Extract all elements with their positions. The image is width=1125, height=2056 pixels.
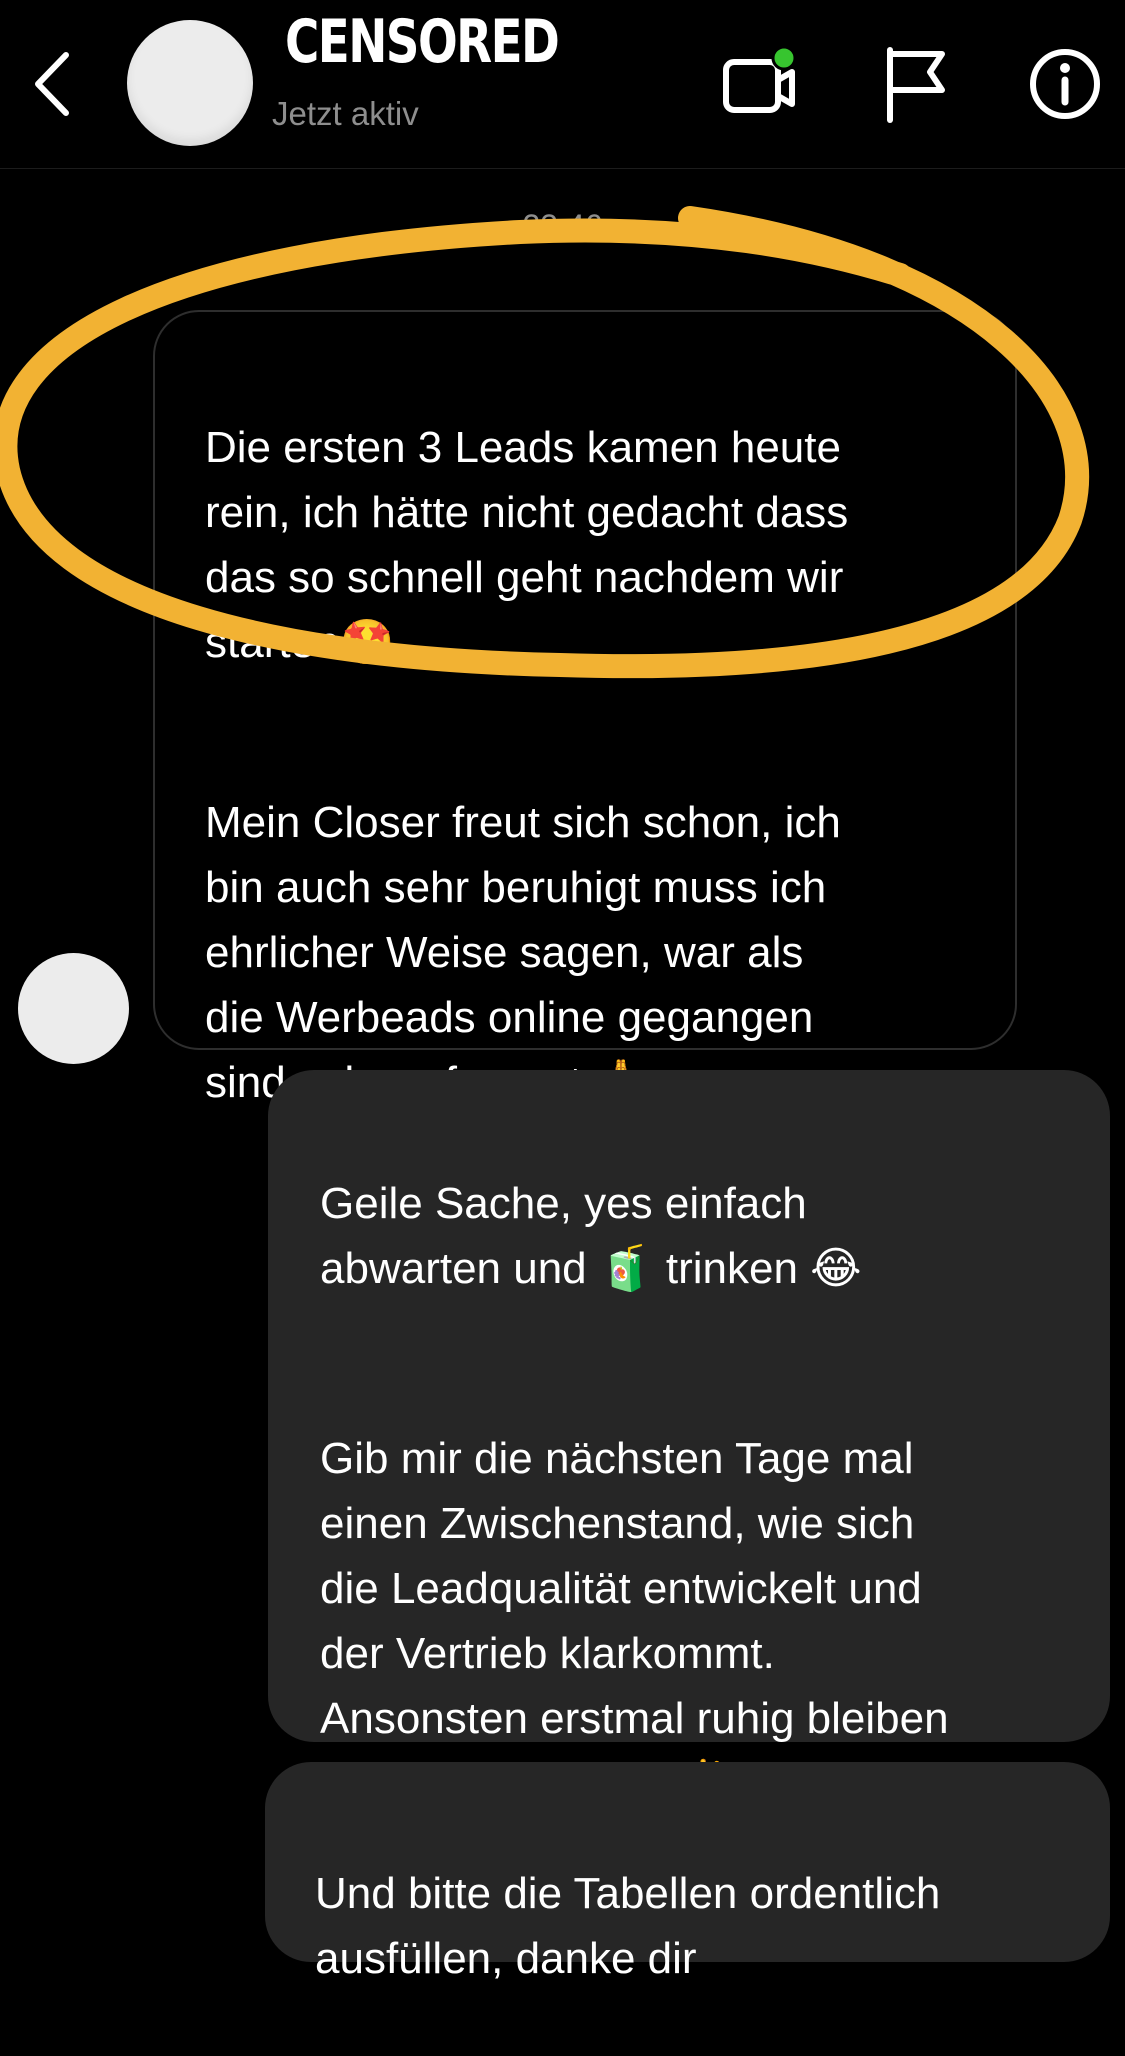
online-dot (771, 45, 797, 71)
video-call-icon (723, 45, 797, 113)
chat-header: CENSORED Jetzt aktiv (0, 0, 1125, 169)
contact-name[interactable]: CENSORED (285, 6, 560, 78)
outgoing-paragraph-1: Geile Sache, yes einfach abwarten und 🧃 … (320, 1179, 862, 1293)
sender-avatar[interactable] (18, 953, 129, 1064)
report-button[interactable] (875, 44, 955, 124)
back-button[interactable] (22, 44, 82, 124)
incoming-paragraph-2: Mein Closer freut sich schon, ich bin au… (205, 798, 841, 1107)
outgoing-message-bubble[interactable]: Und bitte die Tabellen ordentlich ausfül… (265, 1762, 1110, 1983)
outgoing-paragraph-2: Gib mir die nächsten Tage mal einen Zwis… (320, 1434, 949, 1808)
incoming-message-bubble[interactable]: Die ersten 3 Leads kamen heute rein, ich… (153, 310, 1017, 1107)
contact-status: Jetzt aktiv (272, 95, 419, 132)
video-call-button[interactable] (720, 44, 800, 124)
info-icon (1030, 49, 1100, 119)
incoming-paragraph-1: Die ersten 3 Leads kamen heute rein, ich… (205, 423, 849, 667)
info-button[interactable] (1025, 44, 1105, 124)
message-timestamp: 23:46 (522, 208, 603, 244)
back-arrow-icon (35, 52, 69, 116)
outgoing-message-text: Und bitte die Tabellen ordentlich ausfül… (315, 1869, 941, 1983)
outgoing-message-bubble[interactable]: Geile Sache, yes einfach abwarten und 🧃 … (268, 1070, 1110, 1808)
contact-avatar[interactable] (127, 20, 253, 146)
flag-icon (887, 47, 945, 123)
